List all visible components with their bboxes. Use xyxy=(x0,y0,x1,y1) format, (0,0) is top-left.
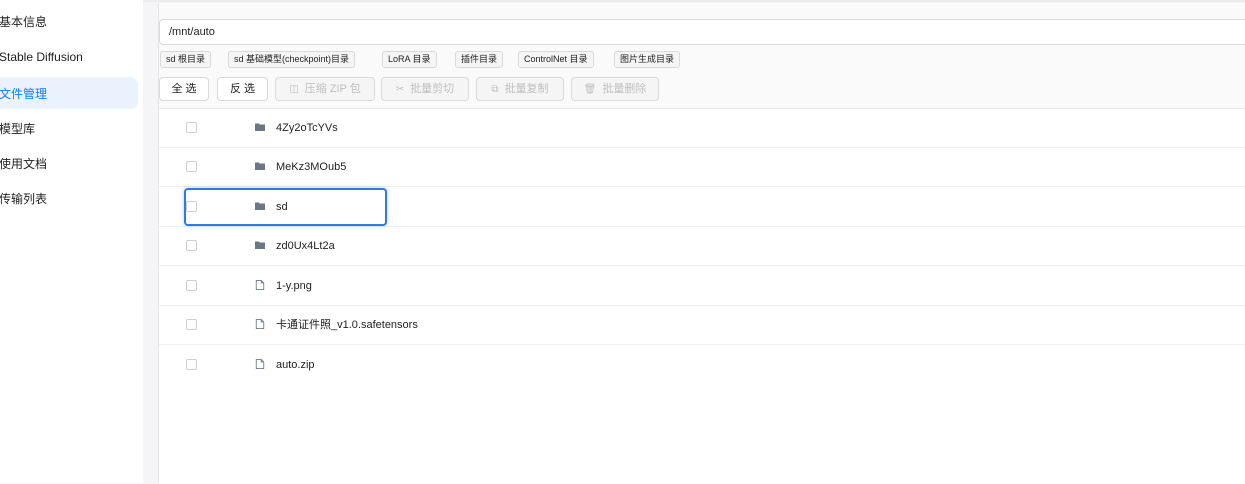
batch-delete-button[interactable]: 🗑 批量删除 xyxy=(571,77,659,101)
file-name[interactable]: 1-y.png xyxy=(276,267,312,306)
sidebar-item-label: Stable Diffusion xyxy=(0,50,83,64)
file-name[interactable]: auto.zip xyxy=(276,346,315,385)
main-content: /mnt/auto sd 根目录 sd 基础模型(checkpoint)目录 L… xyxy=(143,0,1245,484)
row-checkbox[interactable] xyxy=(186,161,197,172)
zip-button[interactable]: ◫ 压缩 ZIP 包 xyxy=(275,77,375,101)
sidebar-item-stable-diffusion[interactable]: Stable Diffusion xyxy=(0,41,138,73)
file-icon xyxy=(255,359,265,369)
file-name[interactable]: 4Zy2oTcYVs xyxy=(276,109,338,148)
file-name[interactable]: MeKz3MOub5 xyxy=(276,148,346,187)
list-item[interactable]: 4Zy2oTcYVs xyxy=(159,109,1245,148)
sidebar-item-docs[interactable]: 使用文档 xyxy=(0,147,138,179)
file-list: 4Zy2oTcYVs MeKz3MOub5 sd zd0Ux4Lt2a 1-y. xyxy=(159,108,1245,484)
file-icon xyxy=(255,319,265,329)
sidebar-item-label: 基本信息 xyxy=(0,14,48,29)
row-checkbox[interactable] xyxy=(186,280,197,291)
sidebar-item-label: 使用文档 xyxy=(0,156,48,171)
batch-cut-label: 批量剪切 xyxy=(410,83,455,95)
invert-selection-button[interactable]: 反 选 xyxy=(217,77,268,101)
quick-dir-controlnet[interactable]: ControlNet 目录 xyxy=(518,51,594,68)
scissors-icon: ✂ xyxy=(395,84,405,95)
path-input[interactable]: /mnt/auto xyxy=(159,19,1245,45)
folder-icon xyxy=(255,241,265,249)
divider xyxy=(143,0,1245,2)
file-name[interactable]: zd0Ux4Lt2a xyxy=(276,227,335,266)
file-manager-panel: /mnt/auto sd 根目录 sd 基础模型(checkpoint)目录 L… xyxy=(158,3,1245,484)
sidebar-item-label: 模型库 xyxy=(0,121,36,136)
quick-dir-checkpoint[interactable]: sd 基础模型(checkpoint)目录 xyxy=(228,51,356,68)
folder-icon xyxy=(255,123,265,131)
trash-icon: 🗑 xyxy=(583,84,597,95)
row-checkbox[interactable] xyxy=(186,319,197,330)
sidebar-item-label: 文件管理 xyxy=(0,86,48,101)
batch-copy-label: 批量复制 xyxy=(504,83,549,95)
quick-dir-sd-root[interactable]: sd 根目录 xyxy=(160,51,212,68)
selection-highlight xyxy=(184,188,387,226)
file-icon xyxy=(255,280,265,290)
quick-dir-lora[interactable]: LoRA 目录 xyxy=(382,51,437,68)
sidebar-item-model-library[interactable]: 模型库 xyxy=(0,112,138,144)
row-checkbox[interactable] xyxy=(186,122,197,133)
quick-dir-images[interactable]: 图片生成目录 xyxy=(614,51,681,68)
sidebar-item-basic-info[interactable]: 基本信息 xyxy=(0,5,138,37)
sidebar-item-label: 传输列表 xyxy=(0,191,48,206)
zip-icon: ◫ xyxy=(289,84,299,95)
sidebar-item-transfer-list[interactable]: 传输列表 xyxy=(0,182,138,214)
row-checkbox[interactable] xyxy=(186,359,197,370)
list-item[interactable]: zd0Ux4Lt2a xyxy=(159,227,1245,266)
batch-delete-label: 批量删除 xyxy=(602,83,647,95)
sidebar: 基本信息 Stable Diffusion 文件管理 模型库 使用文档 传输列表 xyxy=(0,0,143,483)
batch-cut-button[interactable]: ✂ 批量剪切 xyxy=(381,77,469,101)
folder-icon xyxy=(255,162,265,170)
select-all-button[interactable]: 全 选 xyxy=(159,77,209,101)
copy-icon: ⧉ xyxy=(491,84,499,95)
batch-copy-button[interactable]: ⧉ 批量复制 xyxy=(476,77,564,101)
list-item[interactable]: 1-y.png xyxy=(159,267,1245,306)
list-item[interactable]: MeKz3MOub5 xyxy=(159,148,1245,187)
quick-dir-plugins[interactable]: 插件目录 xyxy=(455,51,504,68)
row-checkbox[interactable] xyxy=(186,240,197,251)
list-item[interactable]: 卡通证件照_v1.0.safetensors xyxy=(159,306,1245,345)
sidebar-item-file-management[interactable]: 文件管理 xyxy=(0,77,138,109)
file-name[interactable]: 卡通证件照_v1.0.safetensors xyxy=(276,306,418,345)
zip-button-label: 压缩 ZIP 包 xyxy=(304,83,361,95)
list-item[interactable]: auto.zip xyxy=(159,346,1245,385)
